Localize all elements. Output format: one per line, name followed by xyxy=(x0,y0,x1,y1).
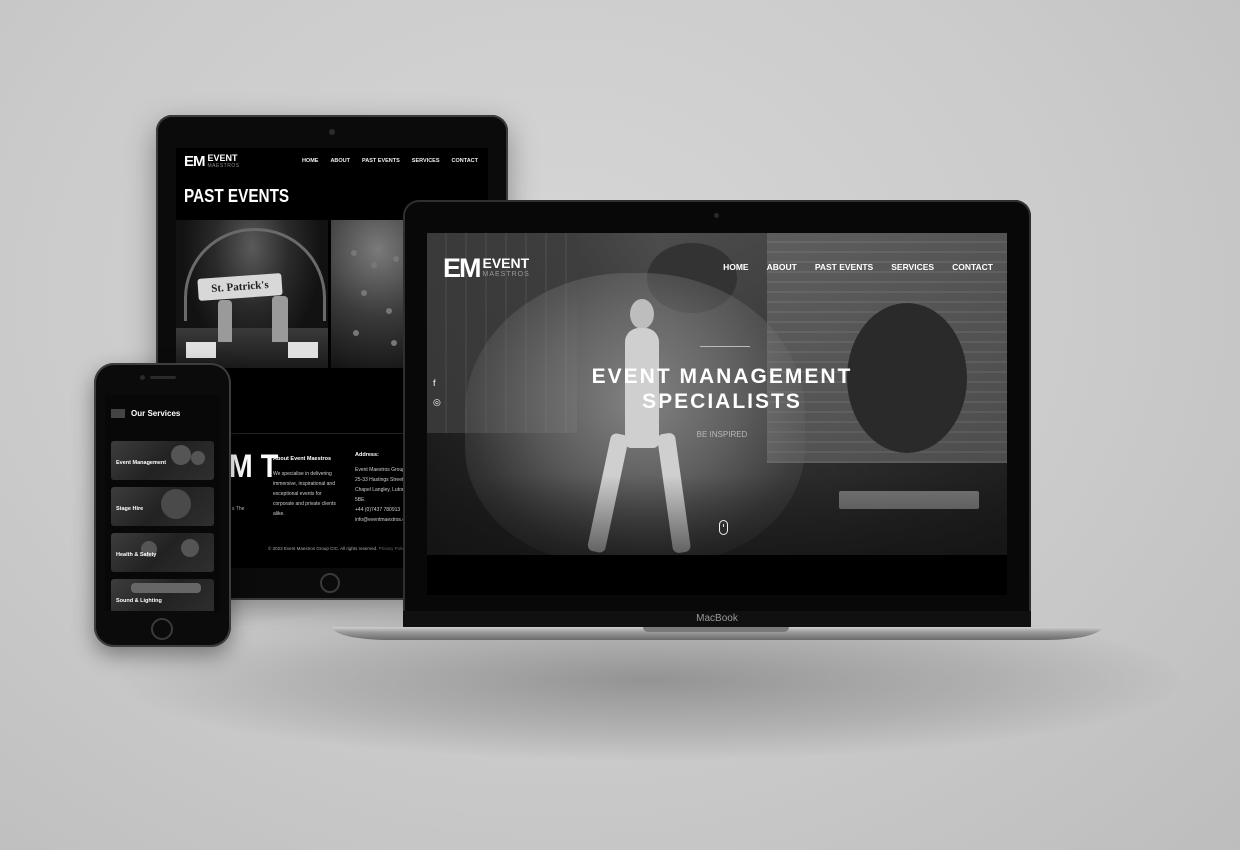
services-icon xyxy=(111,409,125,418)
stage-speaker xyxy=(186,342,216,358)
tablet-logo-event: EVENT xyxy=(207,152,238,163)
service-label: Sound & Lighting xyxy=(116,598,162,604)
nav-home[interactable]: HOME xyxy=(723,262,749,272)
performer xyxy=(272,296,288,342)
site-logo[interactable]: EM EVENT MAESTROS xyxy=(443,253,530,284)
about-line: immersive, inspirational and xyxy=(273,481,335,487)
service-card-event-management[interactable]: Event Management xyxy=(111,441,214,480)
copyright: © 2023 Event Maestros Group CIC. All rig… xyxy=(268,546,407,551)
nav-past-events[interactable]: PAST EVENTS xyxy=(815,262,873,272)
about-line: exceptional events for xyxy=(273,491,322,497)
about-heading: About Event Maestros xyxy=(273,456,332,462)
site-logo-em: EM xyxy=(443,253,481,283)
site-logo-word: EVENT MAESTROS xyxy=(482,254,530,281)
service-card-sound-lighting[interactable]: Sound & Lighting xyxy=(111,579,214,611)
nav-contact[interactable]: CONTACT xyxy=(952,262,993,272)
tablet-nav-home[interactable]: HOME xyxy=(302,158,319,164)
facebook-icon[interactable]: f xyxy=(433,378,436,388)
phone-device: Our Services Event Management Stage Hire… xyxy=(94,363,231,647)
event-photo-stage[interactable]: St. Patrick's xyxy=(176,220,328,368)
scroll-mouse-icon[interactable] xyxy=(719,520,728,535)
service-label: Stage Hire xyxy=(116,506,144,512)
hero-subtitle: BE INSPIRED xyxy=(696,430,748,439)
stage-speaker xyxy=(288,342,318,358)
hero-divider xyxy=(700,346,750,347)
phone-camera xyxy=(140,375,145,380)
tablet-nav-about[interactable]: ABOUT xyxy=(330,158,350,164)
laptop-device: EM EVENT MAESTROS HOME ABOUT PAST EVENTS… xyxy=(403,200,1031,630)
footer-text-partial: s The xyxy=(232,506,245,512)
about-line: We specialise in delivering xyxy=(273,471,332,477)
hero-dancer-head xyxy=(630,299,654,329)
tablet-logo-maestros: MAESTROS xyxy=(207,162,240,169)
copyright-text: © 2023 Event Maestros Group CIC. All rig… xyxy=(268,546,378,551)
hero-title: EVENT MANAGEMENT SPECIALISTS xyxy=(567,364,877,414)
hero-title-line-1: EVENT MANAGEMENT xyxy=(591,365,853,388)
tablet-logo[interactable]: EM EVENT MAESTROS xyxy=(184,153,240,170)
main-nav: HOME ABOUT PAST EVENTS SERVICES CONTACT xyxy=(723,262,993,272)
tablet-page-title: PAST EVENTS xyxy=(184,186,290,206)
service-label: Health & Safety xyxy=(116,552,157,558)
hero-title-line-2: SPECIALISTS xyxy=(642,390,802,413)
footer-about: About Event Maestros We specialise in de… xyxy=(273,456,351,519)
hero-bg-crowd xyxy=(427,475,1007,555)
site-logo-event: EVENT xyxy=(482,254,530,271)
site-logo-maestros: MAESTROS xyxy=(482,270,530,278)
tablet-nav-contact[interactable]: CONTACT xyxy=(452,158,478,164)
tablet-logo-em: EM xyxy=(184,153,205,170)
services-heading: Our Services xyxy=(131,409,181,418)
tablet-nav-services[interactable]: SERVICES xyxy=(412,158,440,164)
performer xyxy=(218,300,232,342)
tablet-nav-past-events[interactable]: PAST EVENTS xyxy=(362,158,400,164)
tablet-camera xyxy=(329,129,335,135)
service-label: Event Management xyxy=(116,460,167,466)
hero-section: EM EVENT MAESTROS HOME ABOUT PAST EVENTS… xyxy=(427,233,1007,555)
tablet-logo-word: EVENT MAESTROS xyxy=(207,152,240,170)
nav-services[interactable]: SERVICES xyxy=(891,262,934,272)
about-line: corporate and private clients xyxy=(273,501,336,507)
laptop-camera xyxy=(714,213,719,218)
laptop-brand: MacBook xyxy=(696,613,738,624)
nav-about[interactable]: ABOUT xyxy=(767,262,797,272)
laptop-notch xyxy=(643,627,789,632)
service-card-stage-hire[interactable]: Stage Hire xyxy=(111,487,214,526)
instagram-icon[interactable]: ◎ xyxy=(433,397,441,408)
service-card-health-safety[interactable]: Health & Safety xyxy=(111,533,214,572)
tablet-home-button[interactable] xyxy=(320,573,340,593)
services-header: Our Services xyxy=(111,409,180,418)
tablet-menu: HOME ABOUT PAST EVENTS SERVICES CONTACT xyxy=(302,158,478,164)
laptop-screen: EM EVENT MAESTROS HOME ABOUT PAST EVENTS… xyxy=(427,233,1007,595)
tablet-navbar: EM EVENT MAESTROS HOME ABOUT PAST EVENTS… xyxy=(176,148,488,188)
phone-screen: Our Services Event Management Stage Hire… xyxy=(105,395,220,611)
phone-speaker xyxy=(150,376,176,379)
about-line: alike. xyxy=(273,511,285,517)
phone-home-button[interactable] xyxy=(151,618,173,640)
footer-logo-partial: M T xyxy=(228,448,279,484)
